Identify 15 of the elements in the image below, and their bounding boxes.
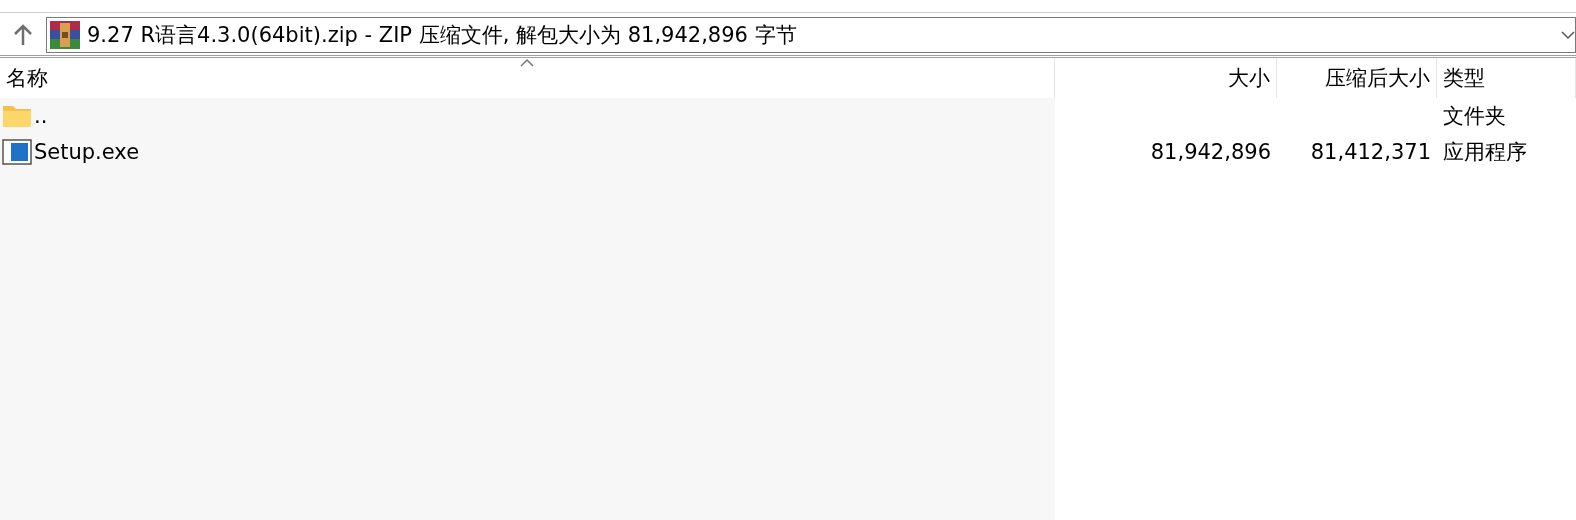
file-name[interactable]: Setup.exe: [34, 140, 140, 164]
sort-caret-icon: [519, 58, 535, 68]
archive-books-icon: [49, 20, 81, 50]
application-window-icon: [2, 139, 32, 165]
size-cell: 81,942,896: [1150, 140, 1271, 164]
archive-path: 9.27 R语言4.3.0(64bit).zip - ZIP 压缩文件, 解包大小为 81,942,896 字节: [87, 22, 798, 49]
file-name[interactable]: ..: [34, 104, 48, 128]
column-header[interactable]: 名称: [0, 58, 1055, 98]
dropdown-caret-icon[interactable]: [1561, 30, 1575, 40]
packed-size-cell: 81,412,371: [1310, 140, 1431, 164]
type-cell-text: 应用程序: [1443, 139, 1527, 166]
folder-icon: [2, 104, 32, 128]
address-field[interactable]: 9.27 R语言4.3.0(64bit).zip - ZIP 压缩文件, 解包大小为 81,942,896 字节: [46, 17, 1576, 53]
up-arrow-icon: [13, 24, 33, 46]
type-cell-text: 文件夹: [1443, 103, 1506, 130]
